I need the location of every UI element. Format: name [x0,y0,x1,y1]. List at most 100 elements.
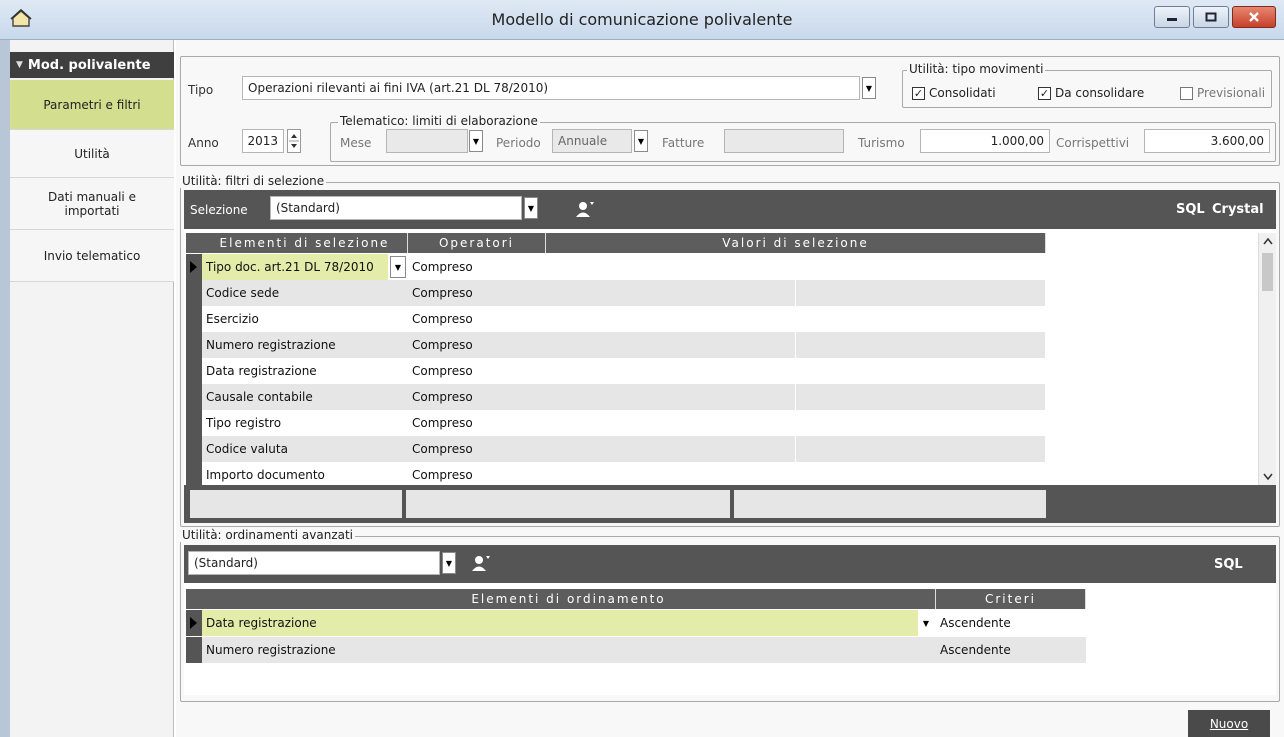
anno-input[interactable]: 2013 [242,129,284,153]
cell-text: Ascendente [940,616,1011,630]
filtri-title: Utilità: filtri di selezione [180,174,327,188]
element-dropdown-button[interactable]: ▼ [390,256,406,278]
cell-text: Compreso [412,286,473,300]
sidebar-item-utilita[interactable]: Utilità [10,130,174,178]
mese-select[interactable] [386,129,468,153]
fatture-input[interactable] [724,129,844,153]
mese-dropdown-button[interactable]: ▼ [469,130,483,152]
sidebar-header[interactable]: ▼ Mod. polivalente [10,52,174,78]
table-row-criterio[interactable]: Ascendente [936,637,1086,663]
crystal-button[interactable]: Crystal [1212,202,1264,217]
scroll-up-icon[interactable] [1263,237,1273,245]
row-indicator[interactable] [186,332,202,358]
table-row-value[interactable] [546,384,795,410]
sidebar-item-invio-telematico[interactable]: Invio telematico [10,230,174,282]
table-row-value[interactable] [546,306,1046,332]
checkbox-checked-icon: ✓ [1038,86,1051,100]
table-row-value[interactable] [796,280,1045,306]
table-row-value[interactable] [546,436,795,462]
corrispettivi-input[interactable]: 3.600,00 [1144,129,1270,153]
table-row-element[interactable]: Numero registrazione [202,637,936,663]
table-row-operator[interactable]: Compreso [408,254,546,280]
ordinamenti-dropdown-button[interactable]: ▼ [442,552,456,574]
table-row-value[interactable] [796,332,1045,358]
table-row-operator[interactable]: Compreso [408,410,546,436]
table-row-element[interactable]: Codice valuta [202,436,408,462]
table-row-operator[interactable]: Compreso [408,462,546,485]
nuovo-button[interactable]: Nuovo [1188,710,1270,737]
column-header-elementi-ordinamento[interactable]: Elementi di ordinamento [202,589,936,609]
row-indicator[interactable] [186,610,202,636]
sidebar-item-parametri[interactable]: Parametri e filtri [10,80,174,130]
cell-text: Compreso [412,260,473,274]
sidebar-item-dati-manuali[interactable]: Dati manuali e importati [10,178,174,230]
table-row-element[interactable]: Tipo registro [202,410,408,436]
row-indicator[interactable] [186,410,202,436]
table-row-value[interactable] [546,410,1046,436]
table-row-value[interactable] [546,280,795,306]
column-header-criteri[interactable]: Criteri [936,589,1086,609]
turismo-value: 1.000,00 [990,134,1044,148]
selezione-dropdown-button[interactable]: ▼ [524,197,538,219]
sql-button[interactable]: SQL [1176,202,1205,217]
selezione-select[interactable]: (Standard) [270,196,522,220]
user-settings-icon[interactable] [574,200,596,220]
table-row-value[interactable] [510,384,545,410]
maximize-button[interactable] [1193,6,1229,28]
table-row-element[interactable]: Importo documento [202,462,408,485]
table-row-element[interactable]: Codice sede [202,280,408,306]
ordinamenti-select[interactable]: (Standard) [188,551,440,575]
periodo-dropdown-button[interactable]: ▼ [634,130,648,152]
table-row-operator[interactable]: Compreso [408,358,546,384]
telematico-title: Telematico: limiti di elaborazione [338,114,540,128]
table-row-criterio[interactable]: Ascendente [936,610,1086,636]
column-header-valori[interactable]: Valori di selezione [546,233,1046,253]
ordinamenti-sql-button[interactable]: SQL [1214,557,1243,572]
close-button[interactable] [1232,6,1276,28]
previsionali-checkbox[interactable]: Previsionali [1180,86,1265,100]
element-dropdown-button[interactable]: ▼ [918,612,934,634]
table-row-value[interactable] [546,462,1046,485]
row-indicator[interactable] [186,280,202,306]
table-row-value[interactable] [546,254,1046,280]
row-indicator[interactable] [186,306,202,332]
table-row-element[interactable]: Esercizio [202,306,408,332]
table-row-value[interactable] [796,436,1045,462]
collapse-triangle-icon: ▼ [16,60,23,70]
cell-text: Compreso [412,338,473,352]
anno-spinner[interactable] [287,129,301,153]
turismo-input[interactable]: 1.000,00 [920,129,1050,153]
filtri-scrollbar[interactable] [1258,233,1276,485]
row-indicator[interactable] [186,637,202,663]
table-row-value[interactable] [510,332,545,358]
row-indicator[interactable] [186,462,202,485]
main-panel: Tipo Operazioni rilevanti ai fini IVA (a… [176,40,1284,737]
table-row-value[interactable] [510,280,545,306]
consolidati-checkbox[interactable]: ✓ Consolidati [912,86,996,100]
column-header-operatori[interactable]: Operatori [408,233,546,253]
table-row-element[interactable]: Causale contabile [202,384,408,410]
row-indicator[interactable] [186,384,202,410]
periodo-select[interactable]: Annuale [552,129,632,153]
row-indicator[interactable] [186,436,202,462]
minimize-button[interactable] [1154,6,1190,28]
table-row-element[interactable]: Numero registrazione [202,332,408,358]
table-row-value[interactable] [546,358,1046,384]
row-indicator[interactable] [186,254,202,280]
scroll-thumb[interactable] [1262,253,1273,291]
table-row-value[interactable] [546,332,795,358]
column-header-elementi[interactable]: Elementi di selezione [202,233,408,253]
da-consolidare-checkbox[interactable]: ✓ Da consolidare [1038,86,1144,100]
tipo-select[interactable]: Operazioni rilevanti ai fini IVA (art.21… [242,76,860,100]
table-row-element[interactable]: Data registrazione [202,358,408,384]
user-settings-icon[interactable] [470,554,492,574]
table-row-element[interactable]: Tipo doc. art.21 DL 78/2010 [202,254,388,280]
scroll-down-icon[interactable] [1263,473,1273,481]
ordinamenti-value: (Standard) [194,556,258,570]
row-indicator[interactable] [186,358,202,384]
table-row-operator[interactable]: Compreso [408,306,546,332]
tipo-dropdown-button[interactable]: ▼ [862,77,876,99]
table-row-value[interactable] [796,384,1045,410]
table-row-element[interactable]: Data registrazione [202,610,918,636]
table-row-value[interactable] [510,436,545,462]
